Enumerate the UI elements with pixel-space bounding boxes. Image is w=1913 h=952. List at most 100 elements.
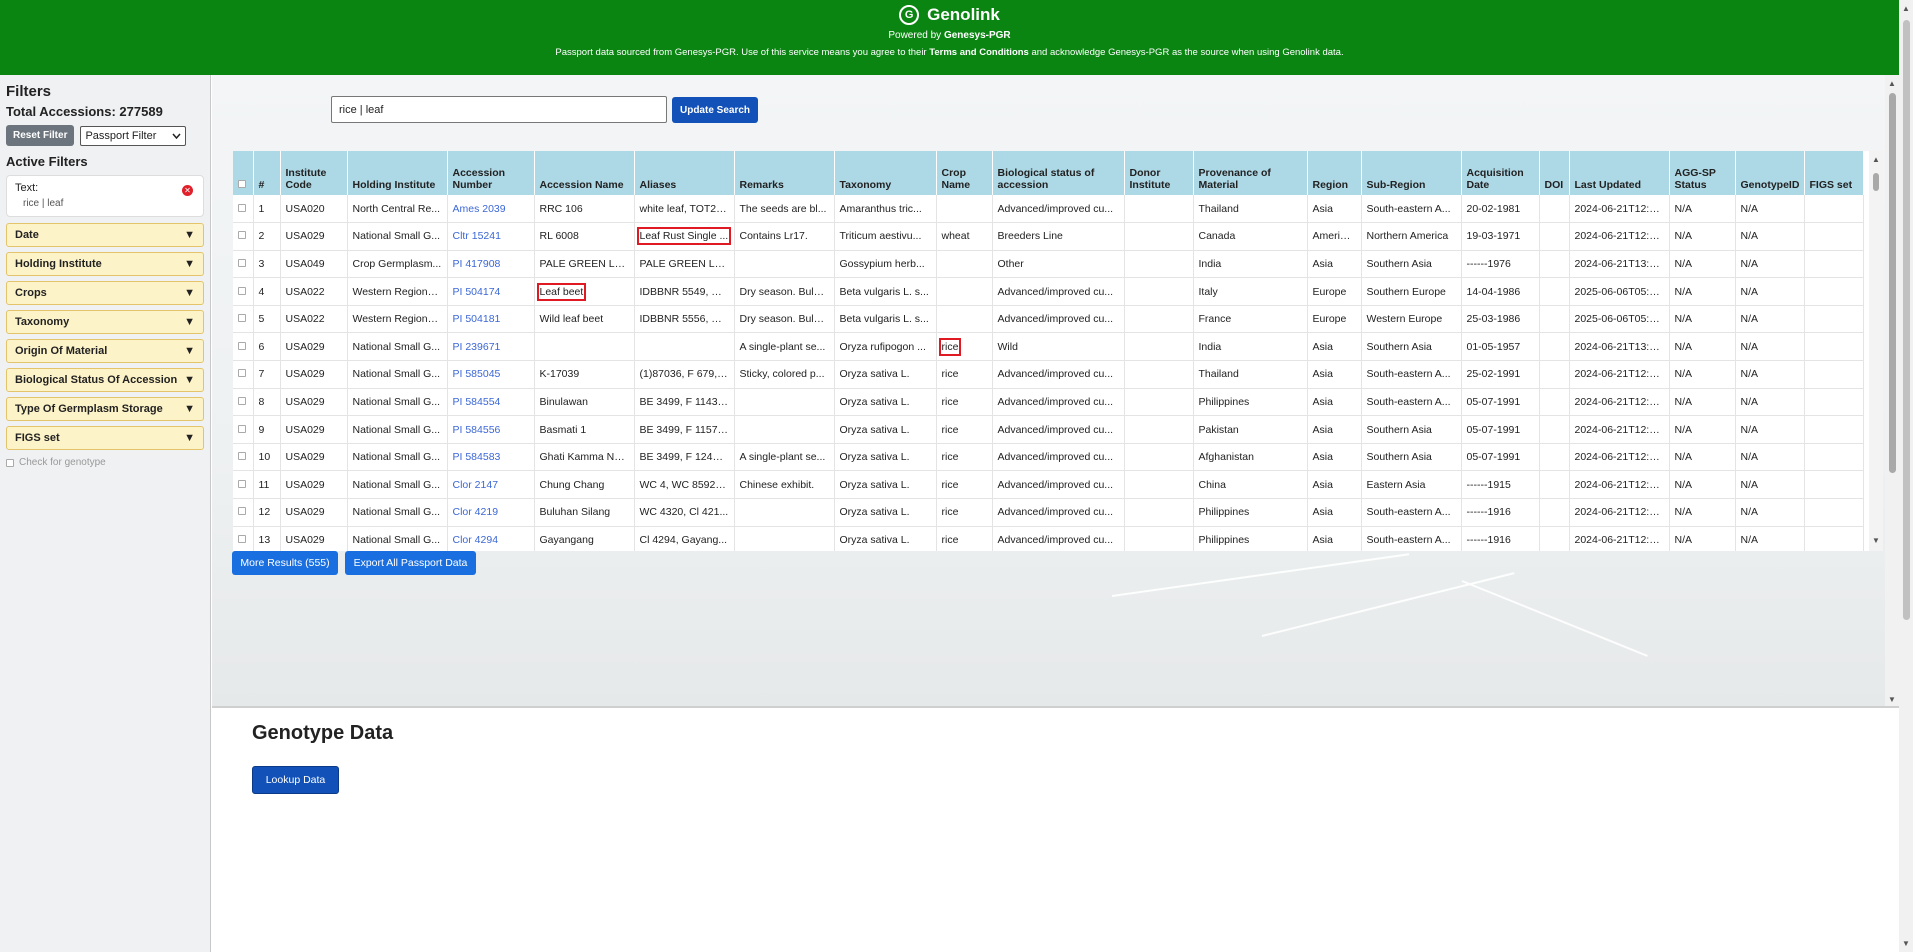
table-row[interactable]: 10 USA029 National Small G... PI 584583 Ghat… [233, 443, 1864, 472]
table-cell [1804, 388, 1864, 417]
facet-dropdown[interactable]: Date ▼ [6, 223, 204, 247]
table-cell[interactable]: PI 584556 [447, 415, 535, 444]
table-cell[interactable]: Cltr 15241 [447, 222, 535, 251]
row-checkbox[interactable] [238, 369, 246, 378]
facet-dropdown[interactable]: Type Of Germplasm Storage ▼ [6, 397, 204, 421]
export-passport-button[interactable]: Export All Passport Data [345, 551, 476, 575]
column-header[interactable]: Provenance of Material [1193, 151, 1308, 195]
table-row[interactable]: 11 USA029 National Small G... Clor 2147 Chun… [233, 470, 1864, 500]
table-cell[interactable]: PI 504181 [447, 305, 535, 334]
table-cell[interactable]: PI 504174 [447, 277, 535, 306]
table-row[interactable]: 7 USA029 National Small G... PI 585045 K-170… [233, 360, 1864, 389]
row-checkbox[interactable] [238, 203, 246, 212]
column-header[interactable]: Accession Number [447, 151, 535, 195]
table-cell[interactable]: Ames 2039 [447, 195, 535, 224]
column-header[interactable]: Last Updated [1569, 151, 1670, 195]
column-header[interactable]: Accession Name [534, 151, 635, 195]
column-header[interactable]: Holding Institute [347, 151, 448, 195]
table-cell: Binulawan [534, 388, 635, 417]
table-cell [1539, 360, 1570, 389]
reset-filter-button[interactable]: Reset Filter [6, 125, 75, 146]
column-header[interactable]: Crop Name [936, 151, 993, 195]
column-header[interactable]: Remarks [734, 151, 835, 195]
column-header[interactable]: FIGS set [1804, 151, 1864, 195]
column-header[interactable]: Biological status of accession [992, 151, 1125, 195]
column-header[interactable]: Region [1307, 151, 1362, 195]
table-row[interactable]: 1 USA020 North Central Re... Ames 2039 RRC 1… [233, 195, 1864, 224]
facet-dropdown[interactable]: Holding Institute ▼ [6, 252, 204, 276]
table-cell[interactable]: PI 584554 [447, 388, 535, 417]
table-cell: Beta vulgaris L. s... [834, 305, 937, 334]
remove-filter-icon[interactable]: ✕ [182, 185, 193, 196]
table-cell[interactable]: PI 584583 [447, 443, 535, 472]
table-row[interactable]: 12 USA029 National Small G... Clor 4219 Bulu… [233, 498, 1864, 527]
row-select-cell [233, 415, 254, 444]
row-checkbox[interactable] [238, 452, 246, 461]
genotype-checkbox[interactable] [6, 458, 14, 467]
scroll-up-icon[interactable]: ▲ [1872, 155, 1880, 164]
table-cell[interactable]: PI 417908 [447, 250, 535, 279]
genotype-check-row[interactable]: Check for genotype [6, 457, 204, 468]
lookup-data-button[interactable]: Lookup Data [252, 766, 339, 794]
caret-down-icon: ▼ [184, 345, 195, 357]
column-header[interactable]: GenotypeID [1735, 151, 1805, 195]
table-cell: ------1916 [1461, 498, 1540, 527]
scroll-down-icon[interactable]: ▼ [1902, 939, 1910, 948]
facet-dropdown[interactable]: Taxonomy ▼ [6, 310, 204, 334]
row-checkbox[interactable] [238, 534, 246, 543]
app-header: G Genolink Powered by Genesys-PGR Passpo… [0, 0, 1899, 75]
page-scrollbar[interactable]: ▲ ▼ [1899, 0, 1913, 952]
row-checkbox[interactable] [238, 396, 246, 405]
select-all-checkbox[interactable] [238, 180, 246, 188]
scroll-down-icon[interactable]: ▼ [1872, 536, 1880, 545]
row-checkbox[interactable] [238, 258, 246, 267]
scroll-up-icon[interactable]: ▲ [1902, 4, 1910, 13]
row-checkbox[interactable] [238, 341, 246, 350]
table-cell[interactable]: Clor 2147 [447, 470, 535, 500]
table-row[interactable]: 5 USA022 Western Regiona... PI 504181 Wild l… [233, 305, 1864, 334]
table-cell [1804, 277, 1864, 306]
row-checkbox[interactable] [238, 314, 246, 323]
column-header[interactable]: AGG-SP Status [1669, 151, 1736, 195]
column-header[interactable]: Sub-Region [1361, 151, 1462, 195]
table-cell[interactable]: Clor 4219 [447, 498, 535, 527]
table-row[interactable]: 6 USA029 National Small G... PI 239671 A sin… [233, 332, 1864, 362]
table-row[interactable]: 13 USA029 National Small G... Clor 4294 Gaya… [233, 526, 1864, 551]
table-row[interactable]: 8 USA029 National Small G... PI 584554 Binul… [233, 388, 1864, 417]
facet-dropdown[interactable]: Biological Status Of Accession ▼ [6, 368, 204, 392]
column-header[interactable]: DOI [1539, 151, 1570, 195]
table-row[interactable]: 4 USA022 Western Regiona... PI 504174 Leaf b… [233, 277, 1864, 306]
table-cell[interactable]: PI 239671 [447, 332, 535, 362]
row-checkbox[interactable] [238, 479, 246, 488]
column-header[interactable]: Institute Code [280, 151, 348, 195]
column-header[interactable]: Acquisition Date [1461, 151, 1540, 195]
filter-type-select[interactable]: Passport Filter [80, 125, 187, 146]
page-scroll-thumb[interactable] [1903, 20, 1910, 620]
table-scroll-thumb[interactable] [1873, 173, 1879, 191]
column-header[interactable]: # [253, 151, 281, 195]
update-search-button[interactable]: Update Search [672, 97, 758, 123]
table-row[interactable]: 2 USA029 National Small G... Cltr 15241 RL 6… [233, 222, 1864, 251]
row-checkbox[interactable] [238, 286, 246, 295]
table-row[interactable]: 9 USA029 National Small G... PI 584556 Basma… [233, 415, 1864, 444]
terms-link[interactable]: Terms and Conditions [929, 47, 1029, 58]
column-header[interactable]: Donor Institute [1124, 151, 1194, 195]
facet-dropdown[interactable]: Crops ▼ [6, 281, 204, 305]
facet-dropdown[interactable]: FIGS set ▼ [6, 426, 204, 450]
scroll-up-icon[interactable]: ▲ [1888, 79, 1896, 88]
column-header[interactable]: Aliases [634, 151, 735, 195]
row-checkbox[interactable] [238, 231, 246, 240]
row-checkbox[interactable] [238, 507, 246, 516]
table-scrollbar[interactable]: ▲ ▼ [1869, 151, 1883, 551]
row-checkbox[interactable] [238, 424, 246, 433]
table-row[interactable]: 3 USA049 Crop Germplasm... PI 417908 PALE GR… [233, 250, 1864, 279]
scroll-down-icon[interactable]: ▼ [1888, 695, 1896, 704]
search-input[interactable]: rice | leaf [331, 96, 667, 123]
table-cell[interactable]: Clor 4294 [447, 526, 535, 551]
facet-dropdown[interactable]: Origin Of Material ▼ [6, 339, 204, 363]
table-cell[interactable]: PI 585045 [447, 360, 535, 389]
panel-scrollbar[interactable]: ▲ ▼ [1885, 75, 1899, 706]
panel-scroll-thumb[interactable] [1889, 93, 1896, 473]
more-results-button[interactable]: More Results (555) [232, 551, 338, 575]
column-header[interactable]: Taxonomy [834, 151, 937, 195]
